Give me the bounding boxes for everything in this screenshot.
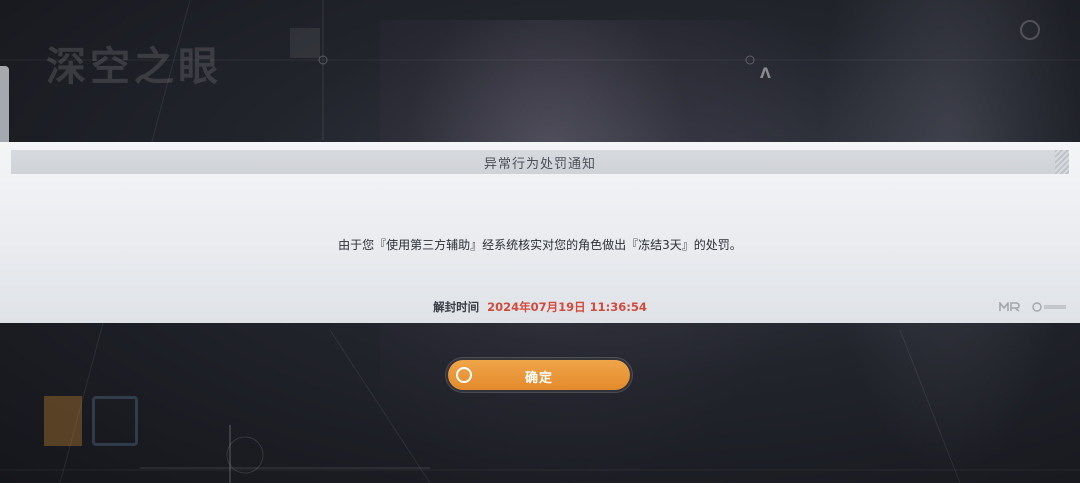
- unlock-time-row: 解封时间 2024年07月19日 11:36:54: [0, 299, 1080, 315]
- penalty-notice-dialog: 异常行为处罚通知 由于您『使用第三方辅助』经系统核实对您的角色做出『冻结3天』的…: [0, 142, 1080, 323]
- mr-logo-icon: [999, 300, 1024, 315]
- publisher-logo-icon: [1032, 302, 1068, 315]
- dialog-title: 异常行为处罚通知: [483, 157, 596, 172]
- background-a-mark-icon: Λ: [760, 66, 771, 82]
- unlock-time-value: 2024年07月19日 11:36:54: [487, 300, 647, 314]
- background-bottom-badge: [44, 396, 82, 446]
- confirm-button-label: 确定: [524, 371, 553, 386]
- confirm-button[interactable]: 确定: [448, 360, 630, 390]
- publisher-logos: [991, 300, 1068, 315]
- background-bottom-frame-icon: [92, 396, 138, 446]
- penalty-message: 由于您『使用第三方辅助』经系统核实对您的角色做出『冻结3天』的处罚。: [338, 238, 742, 252]
- unlock-time-label: 解封时间: [433, 300, 480, 314]
